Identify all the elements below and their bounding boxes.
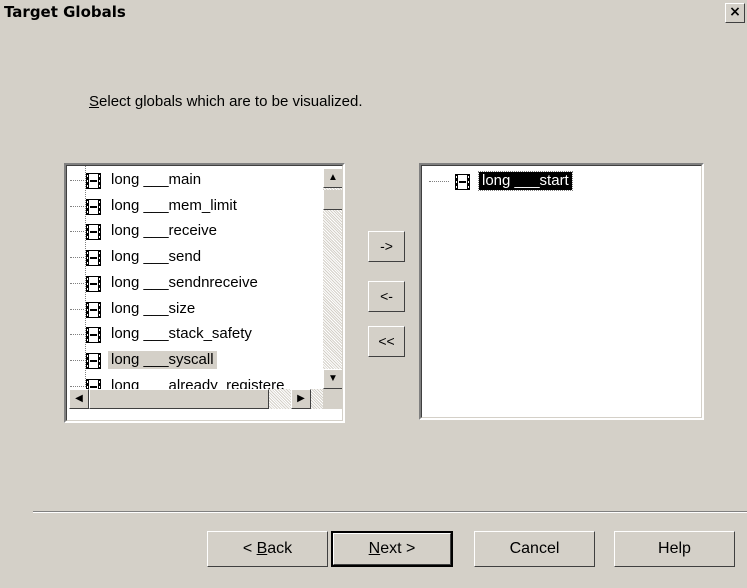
scroll-down-button[interactable]: ▼	[323, 369, 343, 389]
window-title: Target Globals	[4, 3, 126, 21]
instruction-label: Select globals which are to be visualize…	[89, 93, 363, 110]
scroll-up-button[interactable]: ▲	[323, 168, 343, 188]
tree-connector	[70, 334, 84, 336]
back-button[interactable]: < Back	[207, 531, 328, 567]
list-item-label: long ___syscall	[108, 350, 217, 369]
list-item-label: long ___send	[111, 248, 202, 266]
next-button-inner-frame	[333, 533, 451, 565]
list-item-label: long ___main	[111, 171, 202, 188]
list-item-label: long ___stack_safety	[111, 325, 252, 343]
separator	[33, 511, 747, 513]
film-icon	[86, 352, 101, 369]
film-icon	[455, 174, 470, 190]
vertical-scrollbar[interactable]: ▲ ▼	[323, 168, 343, 389]
tree-connector	[70, 308, 84, 310]
tree-connector	[70, 359, 84, 361]
title-bar: Target Globals ×	[0, 0, 747, 27]
remove-button[interactable]: <-	[368, 281, 405, 312]
available-globals-list[interactable]: long ___mainlong ___mem_limitlong ___rec…	[64, 163, 345, 423]
horizontal-scrollbar[interactable]: ◀ ▶	[69, 389, 323, 409]
add-button[interactable]: ->	[368, 231, 405, 262]
remove-all-button[interactable]: <<	[368, 326, 405, 357]
list-item-label: long ___start	[478, 171, 573, 191]
tree-connector	[70, 180, 84, 181]
next-button[interactable]: Next >	[331, 531, 453, 567]
film-icon	[86, 198, 101, 215]
tree-connector	[70, 205, 84, 207]
tree-connector	[70, 231, 84, 233]
film-icon	[86, 224, 101, 241]
cancel-button[interactable]: Cancel	[474, 531, 595, 567]
tree-connector	[70, 385, 84, 387]
vertical-scroll-thumb[interactable]	[323, 190, 343, 210]
film-icon	[86, 301, 101, 318]
tree-connector	[429, 181, 449, 182]
list-item-label: long ___receive	[111, 222, 217, 240]
film-icon	[86, 250, 101, 267]
scroll-right-button[interactable]: ▶	[291, 389, 311, 409]
film-icon	[86, 275, 101, 292]
list-item-label: long ___mem_limit	[111, 196, 237, 214]
close-button[interactable]: ×	[725, 3, 745, 23]
tree-connector	[70, 257, 84, 259]
selected-globals-list[interactable]: long ___start	[419, 163, 704, 420]
scrollbar-corner	[323, 389, 343, 409]
horizontal-scroll-thumb[interactable]	[89, 389, 269, 409]
film-icon	[86, 173, 101, 189]
scroll-left-button[interactable]: ◀	[69, 389, 89, 409]
film-icon	[86, 327, 101, 344]
list-item-label: long ___size	[111, 299, 196, 317]
list-item-label: long ___sendnreceive	[111, 273, 258, 291]
tree-connector	[70, 282, 84, 284]
help-button[interactable]: Help	[614, 531, 735, 567]
